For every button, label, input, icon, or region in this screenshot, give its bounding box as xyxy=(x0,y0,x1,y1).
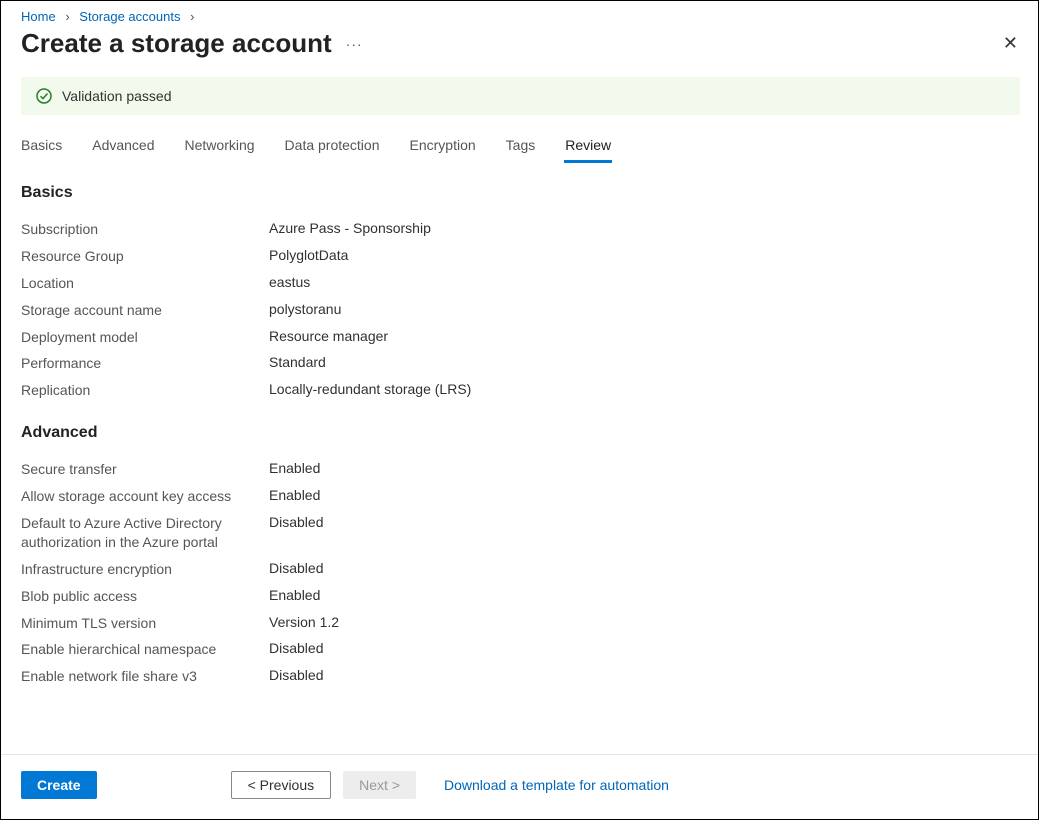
validation-text: Validation passed xyxy=(62,88,171,104)
review-row-value: Enabled xyxy=(269,487,320,503)
review-row: Infrastructure encryptionDisabled xyxy=(21,556,1020,583)
review-row: Enable hierarchical namespaceDisabled xyxy=(21,636,1020,663)
review-scroll-area[interactable]: Basics SubscriptionAzure Pass - Sponsors… xyxy=(1,164,1038,694)
review-row: Default to Azure Active Directory author… xyxy=(21,510,1020,556)
review-row: Enable network file share v3Disabled xyxy=(21,663,1020,690)
review-row-label: Subscription xyxy=(21,220,269,239)
section-heading-basics: Basics xyxy=(21,184,1020,202)
review-row-label: Replication xyxy=(21,381,269,400)
review-row-value: eastus xyxy=(269,274,310,290)
review-row-value: Version 1.2 xyxy=(269,614,339,630)
review-row: Secure transferEnabled xyxy=(21,456,1020,483)
review-row-value: Resource manager xyxy=(269,328,388,344)
wizard-footer: Create < Previous Next > Download a temp… xyxy=(1,754,1038,799)
review-row: Resource GroupPolyglotData xyxy=(21,243,1020,270)
review-row: ReplicationLocally-redundant storage (LR… xyxy=(21,377,1020,404)
review-row-value: Disabled xyxy=(269,640,323,656)
section-heading-advanced: Advanced xyxy=(21,424,1020,442)
validation-banner: Validation passed xyxy=(21,77,1020,115)
review-row-value: Standard xyxy=(269,354,326,370)
tab-tags[interactable]: Tags xyxy=(506,133,536,163)
review-row-label: Default to Azure Active Directory author… xyxy=(21,514,269,552)
tab-networking[interactable]: Networking xyxy=(185,133,255,163)
review-row-label: Blob public access xyxy=(21,587,269,606)
review-row-value: Disabled xyxy=(269,667,323,683)
review-row: Storage account namepolystoranu xyxy=(21,297,1020,324)
tab-encryption[interactable]: Encryption xyxy=(410,133,476,163)
previous-button[interactable]: < Previous xyxy=(231,771,332,799)
create-button[interactable]: Create xyxy=(21,771,97,799)
tab-advanced[interactable]: Advanced xyxy=(92,133,154,163)
wizard-tabs: Basics Advanced Networking Data protecti… xyxy=(1,119,1038,164)
review-row-value: Disabled xyxy=(269,514,323,530)
review-row-label: Minimum TLS version xyxy=(21,614,269,633)
chevron-right-icon: › xyxy=(65,9,69,24)
tab-basics[interactable]: Basics xyxy=(21,133,62,163)
review-row-value: polystoranu xyxy=(269,301,341,317)
review-row-value: Enabled xyxy=(269,460,320,476)
review-row-label: Infrastructure encryption xyxy=(21,560,269,579)
breadcrumb: Home › Storage accounts › xyxy=(1,1,1038,24)
review-row-label: Allow storage account key access xyxy=(21,487,269,506)
review-row-value: Enabled xyxy=(269,587,320,603)
chevron-right-icon: › xyxy=(190,9,194,24)
download-template-link[interactable]: Download a template for automation xyxy=(444,777,669,793)
review-row: Locationeastus xyxy=(21,270,1020,297)
review-row: Allow storage account key accessEnabled xyxy=(21,483,1020,510)
review-row-label: Performance xyxy=(21,354,269,373)
page-title: Create a storage account xyxy=(21,28,332,59)
review-row-value: Azure Pass - Sponsorship xyxy=(269,220,431,236)
review-row: PerformanceStandard xyxy=(21,350,1020,377)
review-row: Blob public accessEnabled xyxy=(21,583,1020,610)
more-actions-icon[interactable]: ··· xyxy=(346,36,363,52)
next-button: Next > xyxy=(343,771,416,799)
review-row-value: Locally-redundant storage (LRS) xyxy=(269,381,471,397)
review-row: SubscriptionAzure Pass - Sponsorship xyxy=(21,216,1020,243)
review-row-label: Deployment model xyxy=(21,328,269,347)
close-icon[interactable]: ✕ xyxy=(1003,33,1018,54)
review-row-label: Storage account name xyxy=(21,301,269,320)
review-row-label: Location xyxy=(21,274,269,293)
review-row-label: Secure transfer xyxy=(21,460,269,479)
review-row-label: Enable network file share v3 xyxy=(21,667,269,686)
review-row: Deployment modelResource manager xyxy=(21,324,1020,351)
review-row: Minimum TLS versionVersion 1.2 xyxy=(21,610,1020,637)
review-row-value: PolyglotData xyxy=(269,247,348,263)
breadcrumb-storage-accounts[interactable]: Storage accounts xyxy=(79,9,180,24)
review-row-label: Resource Group xyxy=(21,247,269,266)
review-row-label: Enable hierarchical namespace xyxy=(21,640,269,659)
check-circle-icon xyxy=(36,88,52,104)
tab-data-protection[interactable]: Data protection xyxy=(285,133,380,163)
review-row-value: Disabled xyxy=(269,560,323,576)
tab-review[interactable]: Review xyxy=(565,133,611,163)
breadcrumb-home[interactable]: Home xyxy=(21,9,56,24)
